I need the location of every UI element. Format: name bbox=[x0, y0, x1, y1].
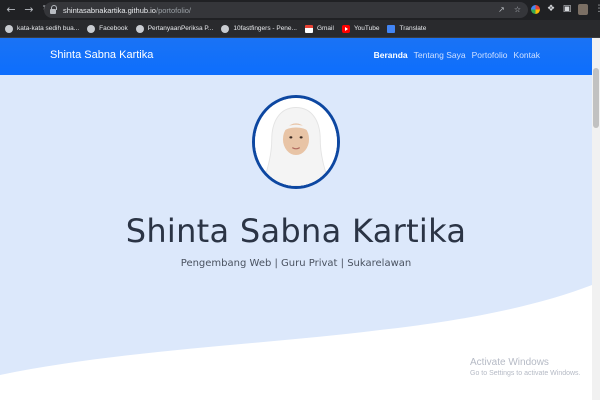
nav-link-portofolio[interactable]: Portofolio bbox=[472, 50, 508, 60]
globe-icon bbox=[87, 24, 96, 33]
profile-portrait-image bbox=[255, 98, 337, 186]
hero-tagline: Pengembang Web | Guru Privat | Sukarelaw… bbox=[180, 258, 412, 269]
sidebar-icon[interactable]: ▣ bbox=[562, 4, 572, 15]
watermark-subtitle: Go to Settings to activate Windows. bbox=[470, 370, 581, 377]
puzzle-extensions-icon[interactable]: ❖ bbox=[546, 4, 556, 15]
bookmark-item[interactable]: Facebook bbox=[87, 24, 128, 33]
scrollbar-thumb[interactable] bbox=[593, 68, 599, 128]
bookmark-label: Gmail bbox=[316, 25, 334, 32]
globe-icon bbox=[5, 24, 13, 33]
nav-link-beranda[interactable]: Beranda bbox=[374, 50, 408, 60]
bookmarks-bar: kata-kata sedih bua... Facebook Pertanya… bbox=[0, 20, 600, 38]
lock-icon[interactable] bbox=[50, 5, 57, 14]
bookmark-item[interactable]: PertanyaanPeriksa P... bbox=[135, 24, 214, 33]
share-icon[interactable]: ↗ bbox=[497, 5, 506, 14]
bookmark-item[interactable]: Gmail bbox=[304, 24, 334, 33]
forward-icon[interactable]: → bbox=[22, 3, 36, 17]
youtube-icon bbox=[341, 24, 350, 33]
site-brand[interactable]: Shinta Sabna Kartika bbox=[50, 49, 153, 61]
bookmark-label: PertanyaanPeriksa P... bbox=[147, 25, 214, 32]
translate-icon bbox=[387, 24, 396, 33]
url-host: shintasabnakartika.github.io bbox=[63, 5, 156, 15]
menu-kebab-icon[interactable]: ⋮ bbox=[594, 4, 600, 15]
bookmark-label: 10fastfingers - Pene... bbox=[233, 25, 297, 32]
globe-icon bbox=[135, 24, 144, 33]
back-icon[interactable]: ← bbox=[4, 3, 18, 17]
browser-toolbar: ← → ↻ shintasabnakartika.github.io/porto… bbox=[0, 0, 600, 20]
nav-link-kontak[interactable]: Kontak bbox=[514, 50, 540, 60]
url-text[interactable]: shintasabnakartika.github.io/portofolio/ bbox=[63, 6, 191, 15]
profile-avatar[interactable] bbox=[578, 4, 588, 15]
bookmark-label: Facebook bbox=[99, 25, 128, 32]
bookmark-item[interactable]: kata-kata sedih bua... bbox=[5, 24, 80, 33]
gmail-icon bbox=[304, 24, 313, 33]
url-path: /portofolio/ bbox=[155, 5, 192, 15]
bookmark-star-icon[interactable]: ☆ bbox=[513, 5, 522, 14]
profile-photo bbox=[252, 95, 340, 189]
bookmark-label: kata-kata sedih bua... bbox=[17, 25, 80, 32]
watermark-title: Activate Windows bbox=[470, 357, 549, 368]
hero-name: Shinta Sabna Kartika bbox=[125, 212, 467, 250]
site-navbar: Shinta Sabna Kartika Beranda Tentang Say… bbox=[0, 38, 600, 75]
bookmark-item[interactable]: YouTube bbox=[341, 24, 380, 33]
hero-section: Shinta Sabna Kartika Pengembang Web | Gu… bbox=[0, 75, 592, 400]
address-bar[interactable]: shintasabnakartika.github.io/portofolio/… bbox=[44, 2, 528, 18]
nav-menu: Beranda Tentang Saya Portofolio Kontak bbox=[374, 50, 540, 60]
page-scrollbar[interactable] bbox=[592, 38, 600, 400]
extension-icon[interactable] bbox=[531, 5, 540, 14]
bookmark-item[interactable]: Translate bbox=[387, 24, 427, 33]
nav-link-tentang-saya[interactable]: Tentang Saya bbox=[414, 50, 466, 60]
windows-activation-watermark: Activate Windows Go to Settings to activ… bbox=[470, 357, 581, 377]
bookmark-item[interactable]: 10fastfingers - Pene... bbox=[221, 24, 297, 33]
globe-icon bbox=[221, 24, 230, 33]
bookmark-label: Translate bbox=[399, 25, 427, 32]
bookmark-label: YouTube bbox=[353, 25, 380, 32]
